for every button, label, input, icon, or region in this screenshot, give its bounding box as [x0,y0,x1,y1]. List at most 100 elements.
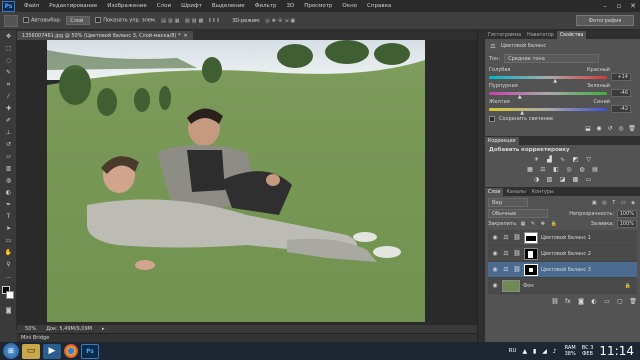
mini-bridge-bar[interactable]: Mini Bridge [17,333,477,342]
move-tool-preset-icon[interactable] [4,14,18,27]
slider-value[interactable]: -46 [611,89,631,97]
document-tab[interactable]: 1356007461.jpg @ 50% (Цветовой баланс 3,… [17,31,193,40]
pen-tool-icon[interactable]: ✒ [1,199,16,210]
tone-dropdown[interactable]: Средние тона [504,54,600,63]
visibility-icon[interactable]: ◎ [617,124,625,132]
reset-icon[interactable]: ↺ [606,124,614,132]
brightness-icon[interactable]: ☀ [533,155,541,163]
tab-properties[interactable]: Свойства [556,31,587,39]
hue-saturation-icon[interactable]: ▦ [526,165,534,173]
delete-layer-icon[interactable]: 🗑 [629,297,637,305]
invert-icon[interactable]: ◑ [533,175,541,183]
threed-icons[interactable]: ◎✥✣⇲▣ [265,18,297,24]
gradient-map-icon[interactable]: ▭ [585,175,593,183]
layer-row[interactable]: ◉ ⚖ ⛓ Цветовой баланс 3 [488,262,637,278]
menu-file[interactable]: Файл [19,3,44,9]
photo-canvas[interactable] [47,40,425,322]
vibrance-icon[interactable]: ▽ [585,155,593,163]
slider-cyan-red[interactable]: Голубая Красный ▲ +14 [489,67,636,84]
link-layers-icon[interactable]: ⛓ [551,297,559,305]
menu-image[interactable]: Изображение [102,3,152,9]
channel-mixer-icon[interactable]: ◍ [578,165,586,173]
fx-icon[interactable]: fx [564,297,572,305]
menu-select[interactable]: Выделение [207,3,250,9]
layer-filter-dropdown[interactable]: Вид [488,198,528,207]
posterize-icon[interactable]: ▨ [546,175,554,183]
show-controls-checkbox[interactable]: Показать упр. элем. [95,17,156,24]
clone-stamp-icon[interactable]: ⊥ [1,127,16,138]
opacity-input[interactable]: 100% [617,209,637,218]
tray-icons[interactable]: ▲ ▮ ◢ ♪ [522,348,558,355]
color-lookup-icon[interactable]: ▤ [591,165,599,173]
healing-brush-icon[interactable]: ✚ [1,103,16,114]
exposure-icon[interactable]: ◩ [572,155,580,163]
menu-type[interactable]: Шрифт [176,3,207,9]
eye-icon[interactable]: ◉ [491,282,499,289]
panel-dock-strip[interactable] [477,30,485,342]
slider-knob-icon[interactable]: ▲ [518,94,522,100]
crop-tool-icon[interactable]: ⌗ [1,79,16,90]
marquee-tool-icon[interactable]: ⬚ [1,43,16,54]
new-layer-icon[interactable]: ▢ [616,297,624,305]
black-white-icon[interactable]: ◧ [552,165,560,173]
type-tool-icon[interactable]: T [1,211,16,222]
close-icon[interactable]: ✕ [626,1,640,12]
blur-tool-icon[interactable]: ◍ [1,175,16,186]
lock-icons[interactable]: ▦ ✎ ✥ 🔒 [521,221,559,227]
layer-mask-thumbnail[interactable] [524,263,538,276]
path-select-icon[interactable]: ➤ [1,223,16,234]
autoselect-checkbox[interactable]: Автовыбор: [23,17,61,24]
chrome-icon[interactable] [64,344,78,358]
dodge-tool-icon[interactable]: ◐ [1,187,16,198]
tab-channels[interactable]: Каналы [503,188,528,196]
slider-yellow-blue[interactable]: Желтая Синий ▲ -42 [489,99,636,116]
menu-filter[interactable]: Фильтр [250,3,282,9]
menu-edit[interactable]: Редактирование [44,3,102,9]
color-balance-adj-icon[interactable]: ⚖ [539,165,547,173]
eyedropper-tool-icon[interactable]: ⁄ [1,91,16,102]
foreground-background-swatch[interactable] [0,286,16,304]
layer-mask-thumbnail[interactable] [524,231,538,244]
photoshop-taskbar-icon[interactable]: Ps [81,343,99,359]
menu-view[interactable]: Просмотр [299,3,337,9]
hand-tool-icon[interactable]: ✋ [1,247,16,258]
date-display[interactable]: ВС 3 ФЕВ [582,345,594,357]
blend-mode-dropdown[interactable]: Обычные [488,209,548,218]
selective-color-icon[interactable]: ▩ [572,175,580,183]
quick-select-tool-icon[interactable]: ✎ [1,67,16,78]
delete-adjustment-icon[interactable]: 🗑 [628,124,636,132]
menu-help[interactable]: Справка [362,3,396,9]
layer-row[interactable]: ◉ ⚖ ⛓ Цветовой баланс 1 [488,230,637,246]
new-adjustment-icon[interactable]: ◐ [590,297,598,305]
photo-filter-icon[interactable]: ◎ [565,165,573,173]
clock[interactable]: 11:14 [599,344,634,358]
curves-icon[interactable]: ∿ [559,155,567,163]
media-player-icon[interactable]: ▶ [43,343,61,359]
menu-layers[interactable]: Слои [152,3,176,9]
slider-value[interactable]: +14 [611,73,631,81]
brush-tool-icon[interactable]: ✐ [1,115,16,126]
slider-track[interactable]: ▲ [489,75,607,84]
fill-input[interactable]: 100% [617,220,637,228]
menu-3d[interactable]: 3D [281,3,299,9]
tab-navigator[interactable]: Навигатор [524,31,557,39]
shape-tool-icon[interactable]: ▭ [1,235,16,246]
preserve-luminosity-checkbox[interactable] [489,116,495,122]
gradient-tool-icon[interactable]: ▥ [1,163,16,174]
layer-mask-thumbnail[interactable] [524,247,538,260]
zoom-level[interactable]: 50% [25,326,36,332]
explorer-icon[interactable]: ▭ [22,343,40,359]
start-button-icon[interactable]: ⊞ [3,343,19,359]
eraser-tool-icon[interactable]: ▱ [1,151,16,162]
eye-icon[interactable]: ◉ [491,234,499,241]
close-tab-icon[interactable]: ✕ [183,33,187,39]
minimize-icon[interactable]: – [598,1,612,12]
slider-track[interactable]: ▲ [489,107,607,116]
slider-knob-icon[interactable]: ▲ [553,78,557,84]
status-arrow-icon[interactable]: ▸ [102,326,105,332]
layer-row[interactable]: ◉ Фон 🔒 [488,278,637,294]
maximize-icon[interactable]: ▫ [612,1,626,12]
add-mask-icon[interactable]: ◙ [577,297,585,305]
eye-icon[interactable]: ◉ [491,250,499,257]
layer-thumbnail[interactable] [502,279,520,292]
